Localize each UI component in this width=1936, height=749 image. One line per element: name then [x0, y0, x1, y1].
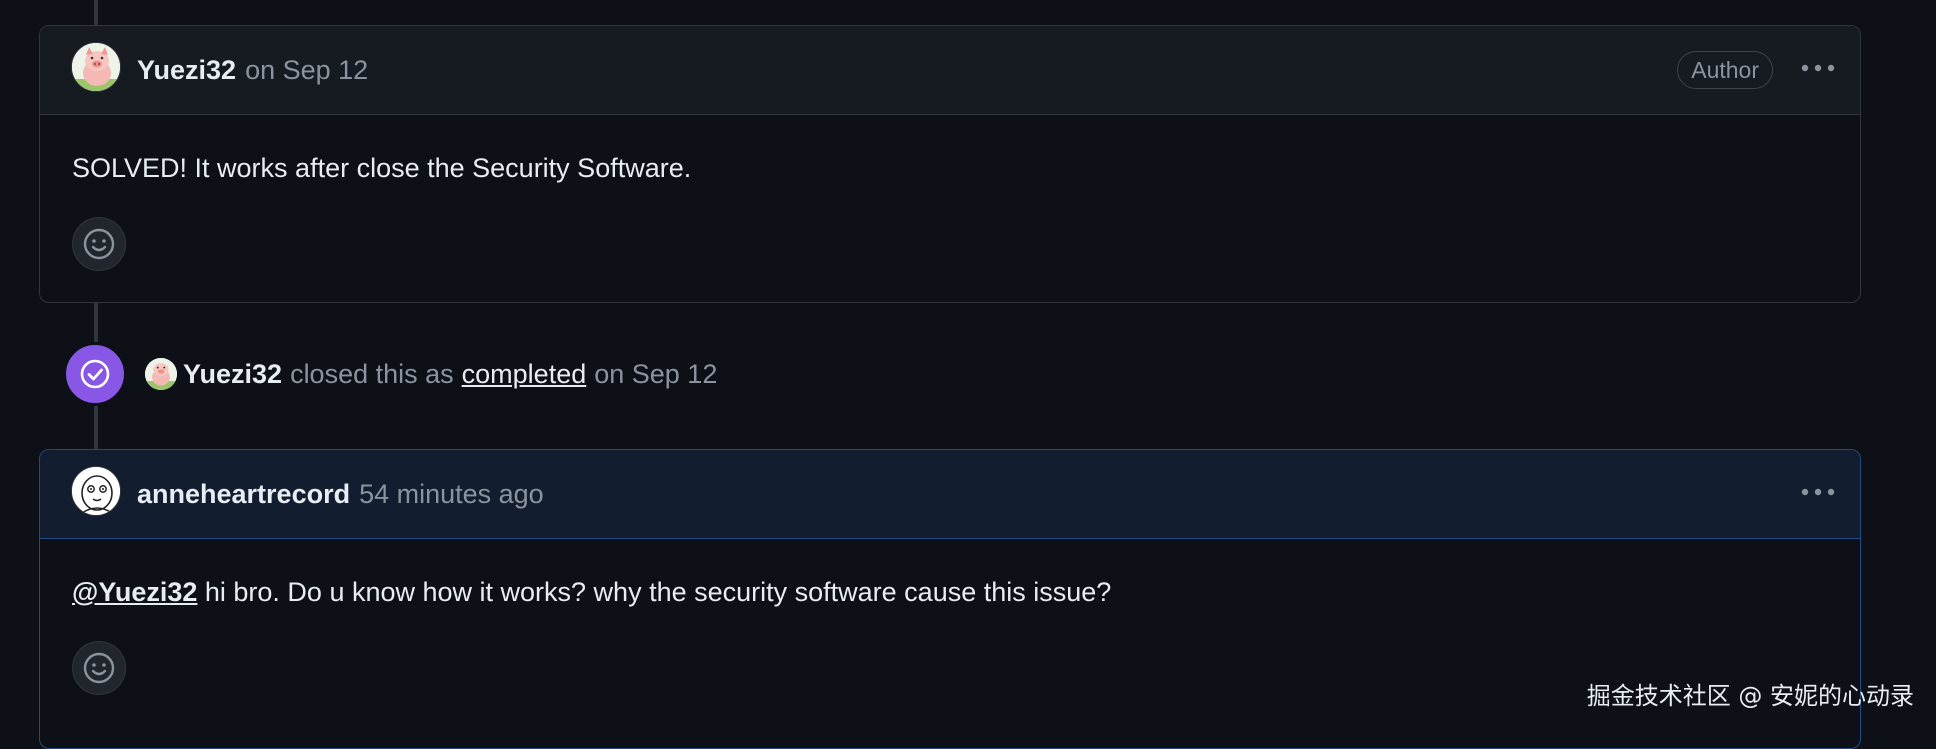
- timeline-line-top: [94, 0, 98, 26]
- smiley-icon: [83, 228, 115, 260]
- comment-text: @Yuezi32 hi bro. Do u know how it works?…: [72, 577, 1111, 608]
- smiley-icon: [83, 652, 115, 684]
- cartoon-face-avatar-icon[interactable]: [71, 466, 121, 516]
- comment-body: SOLVED! It works after close the Securit…: [40, 115, 1860, 301]
- comment-date[interactable]: on Sep 12: [245, 55, 368, 86]
- event-text: Yuezi32 closed this as completed on Sep …: [183, 359, 717, 390]
- event-date[interactable]: on Sep 12: [594, 359, 717, 390]
- event-action: closed this as: [290, 358, 454, 389]
- add-reaction-button[interactable]: [72, 217, 126, 271]
- comment-date[interactable]: 54 minutes ago: [359, 479, 544, 510]
- author-link[interactable]: Yuezi32: [137, 55, 236, 86]
- pig-avatar-icon[interactable]: [71, 42, 121, 92]
- author-link[interactable]: anneheartrecord: [137, 479, 350, 510]
- comment-header: anneheartrecord 54 minutes ago: [40, 450, 1860, 539]
- check-circle-icon: [63, 342, 127, 406]
- more-options-icon[interactable]: [1798, 48, 1838, 88]
- comment-body-text: hi bro. Do u know how it works? why the …: [197, 577, 1112, 607]
- pig-avatar-icon[interactable]: [145, 358, 177, 390]
- user-mention-link[interactable]: @Yuezi32: [72, 577, 197, 607]
- author-badge: Author: [1677, 51, 1773, 89]
- comment-body: @Yuezi32 hi bro. Do u know how it works?…: [40, 539, 1860, 747]
- add-reaction-button[interactable]: [72, 641, 126, 695]
- comment-text: SOLVED! It works after close the Securit…: [72, 153, 692, 183]
- comment-card-yuezi32: Yuezi32 on Sep 12 Author SOLVED! It work…: [39, 25, 1861, 303]
- closed-event: Yuezi32 closed this as completed on Sep …: [63, 342, 717, 406]
- comment-meta: Yuezi32 on Sep 12: [137, 26, 368, 115]
- comment-meta: anneheartrecord 54 minutes ago: [137, 450, 544, 539]
- watermark: 掘金技术社区 @ 安妮的心动录: [1586, 682, 1914, 710]
- event-actor-link[interactable]: Yuezi32: [183, 359, 282, 390]
- completed-link[interactable]: completed: [462, 359, 587, 390]
- comment-header: Yuezi32 on Sep 12 Author: [40, 26, 1860, 115]
- more-options-icon[interactable]: [1798, 472, 1838, 512]
